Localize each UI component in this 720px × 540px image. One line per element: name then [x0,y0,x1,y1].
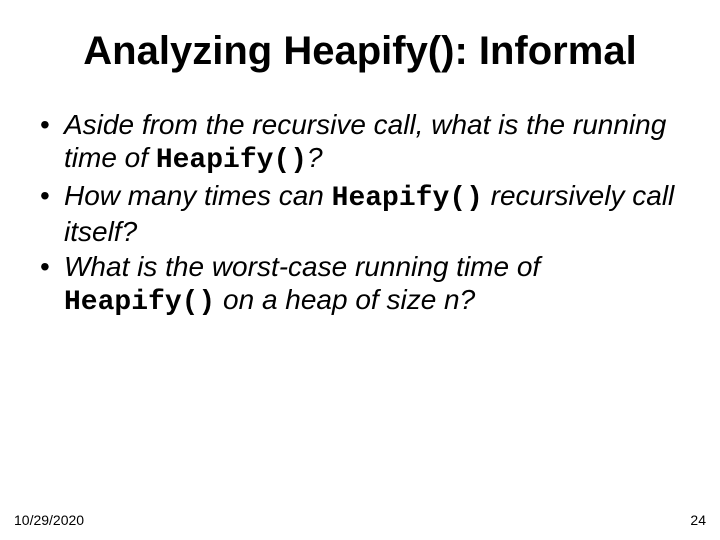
slide: Analyzing Heapify(): Informal Aside from… [0,0,720,540]
footer-page-number: 24 [690,512,706,528]
bullet-text-pre: What is the worst-case running time of [64,251,540,282]
bullet-text-pre: Aside from the recursive call, what is t… [64,109,666,173]
code-span: Heapify() [64,287,215,318]
code-span: Heapify() [156,145,307,176]
code-span: Heapify() [332,183,483,214]
bullet-list: Aside from the recursive call, what is t… [36,108,684,319]
slide-title: Analyzing Heapify(): Informal [36,28,684,74]
list-item: How many times can Heapify() recursively… [36,179,684,248]
slide-body: Aside from the recursive call, what is t… [36,108,684,319]
bullet-text-post: on a heap of size n? [215,284,475,315]
list-item: Aside from the recursive call, what is t… [36,108,684,177]
footer-date: 10/29/2020 [14,512,84,528]
bullet-text-post: ? [307,142,323,173]
bullet-text-pre: How many times can [64,180,332,211]
list-item: What is the worst-case running time of H… [36,250,684,319]
